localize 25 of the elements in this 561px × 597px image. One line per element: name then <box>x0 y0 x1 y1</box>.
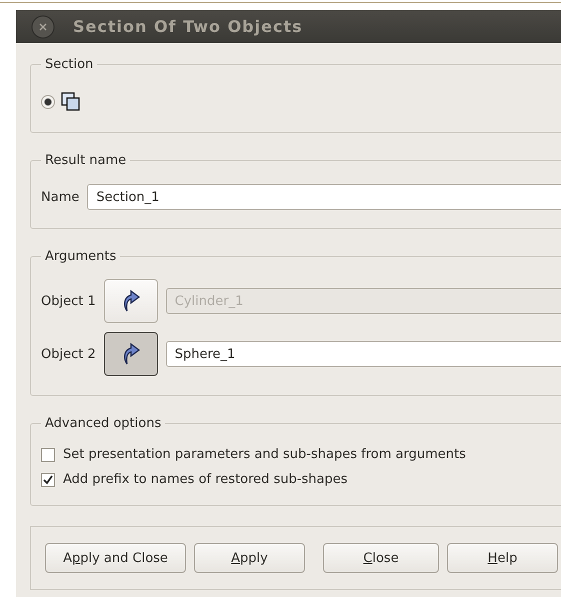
select-button[interactable] <box>104 332 158 376</box>
object-field[interactable]: Sphere_1 <box>166 341 561 367</box>
window-title: Section Of Two Objects <box>73 17 303 36</box>
dialog-button[interactable]: Apply <box>194 543 305 573</box>
dialog-button[interactable]: Apply and Close <box>45 543 186 573</box>
field-label: Object 2 <box>41 346 96 362</box>
group-title: Section <box>44 57 94 72</box>
checkbox-label: Add prefix to names of restored sub-shapes <box>63 472 348 487</box>
curved-arrow-icon <box>122 342 140 366</box>
group-title: Result name <box>44 153 128 168</box>
dialog-button[interactable]: Close <box>323 543 439 573</box>
group-title: Advanced options <box>44 416 162 431</box>
name-field[interactable]: Section_1 <box>87 184 561 210</box>
field-label: Name <box>41 190 80 204</box>
curved-arrow-icon <box>122 289 140 313</box>
check-icon <box>43 474 53 484</box>
radio-button[interactable] <box>41 95 55 109</box>
field-label: Object 1 <box>41 294 96 308</box>
close-icon[interactable] <box>31 14 55 38</box>
checkbox-label: Set presentation parameters and sub-shapes from arguments <box>63 447 466 462</box>
dialog-button[interactable]: Help <box>447 543 558 573</box>
overlapping-squares-icon <box>61 92 81 112</box>
checkbox[interactable] <box>41 448 55 462</box>
checkbox[interactable] <box>41 472 55 486</box>
group-title: Arguments <box>44 249 118 264</box>
